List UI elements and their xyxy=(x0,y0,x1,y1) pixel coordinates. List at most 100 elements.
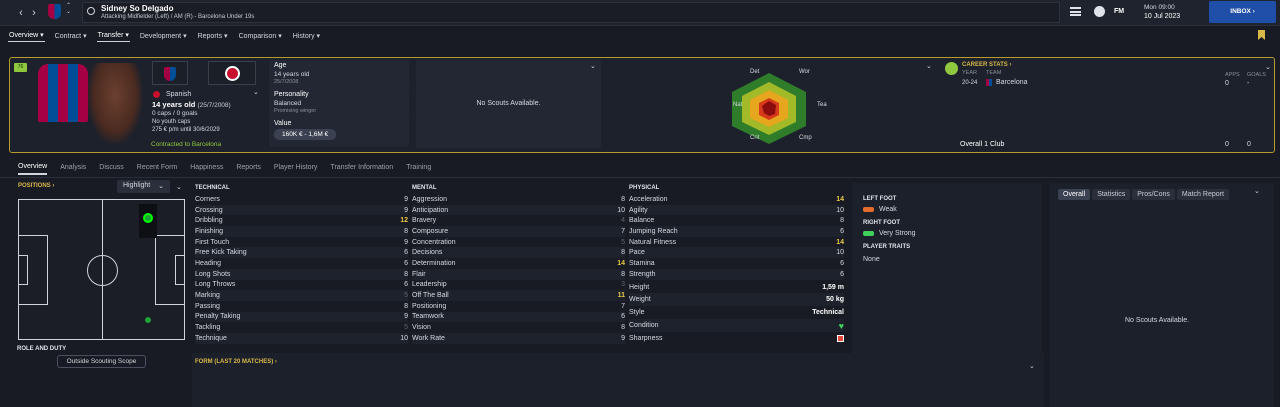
career-team[interactable]: Barcelona xyxy=(986,79,1028,86)
menu-comparison[interactable]: Comparison ▾ xyxy=(238,30,283,42)
attribute-row[interactable]: Corners 9 xyxy=(195,194,408,205)
menu-comparison-label: Comparison xyxy=(238,32,277,40)
nationality: Spanish xyxy=(153,91,191,98)
menu-contract[interactable]: Contract ▾ xyxy=(54,30,88,42)
scout-dropdown-icon[interactable]: ⌄ xyxy=(590,62,596,70)
attribute-row[interactable]: Off The Ball 11 xyxy=(412,290,625,301)
attribute-row[interactable]: Pace 10 xyxy=(629,247,844,259)
attribute-row[interactable]: Decisions 8 xyxy=(412,247,625,259)
menu-icon[interactable] xyxy=(1070,7,1081,16)
club-crest-icon[interactable] xyxy=(48,4,61,19)
attribute-name: First Touch xyxy=(195,238,230,246)
attribute-name: Concentration xyxy=(412,238,456,246)
report-dropdown-icon[interactable]: ⌄ xyxy=(1254,187,1260,195)
attribute-row[interactable]: Work Rate 9 xyxy=(412,332,625,344)
attribute-row[interactable]: Long Throws 6 xyxy=(195,280,408,291)
fm-logo[interactable]: FM xyxy=(1114,8,1124,15)
tab-happiness[interactable]: Happiness xyxy=(190,164,223,174)
federation-logo-box[interactable] xyxy=(208,61,256,85)
chevron-down-icon[interactable]: ⌄ xyxy=(253,88,259,96)
club-logo-box[interactable] xyxy=(152,61,188,85)
attribute-row[interactable]: Flair 8 xyxy=(412,268,625,280)
highlight-label: Highlight xyxy=(123,182,151,189)
center-circle xyxy=(87,255,118,286)
attribute-row[interactable]: Acceleration 14 xyxy=(629,194,844,205)
attribute-row[interactable]: Teamwork 6 xyxy=(412,311,625,323)
position-marker-primary[interactable] xyxy=(143,213,153,223)
inbox-button[interactable]: INBOX › xyxy=(1209,1,1276,23)
form-title[interactable]: FORM (LAST 20 MATCHES) › xyxy=(195,359,277,365)
attribute-row[interactable]: Natural Fitness 14 xyxy=(629,237,844,248)
attribute-row[interactable]: Jumping Reach 6 xyxy=(629,226,844,237)
attribute-row[interactable]: Long Shots 8 xyxy=(195,268,408,280)
scouting-scope-button[interactable]: Outside Scouting Scope xyxy=(57,355,146,368)
tab-reports[interactable]: Reports xyxy=(236,164,261,174)
attribute-row[interactable]: Marking 5 xyxy=(195,290,408,301)
attribute-row[interactable]: Aggression 8 xyxy=(412,194,625,205)
seg-match-report[interactable]: Match Report xyxy=(1176,189,1229,200)
attribute-row[interactable]: Stamina 6 xyxy=(629,258,844,269)
sharpness-row: Sharpness xyxy=(629,332,844,345)
career-title[interactable]: CAREER STATS › xyxy=(962,62,1011,68)
career-dropdown-icon[interactable]: ⌄ xyxy=(1265,63,1271,71)
attribute-row[interactable]: Technique 10 xyxy=(195,332,408,344)
attribute-row[interactable]: Passing 8 xyxy=(195,301,408,312)
traits-value: None xyxy=(863,256,880,263)
menu-overview[interactable]: Overview ▾ xyxy=(8,29,45,42)
back-icon[interactable]: ‹ xyxy=(14,6,28,20)
positions-dropdown-icon[interactable]: ⌄ xyxy=(176,183,182,191)
attribute-row[interactable]: Leadership 3 xyxy=(412,280,625,291)
attribute-name: Aggression xyxy=(412,195,448,203)
attribute-row[interactable]: Anticipation 10 xyxy=(412,204,625,216)
radar-dropdown-icon[interactable]: ⌄ xyxy=(926,62,932,70)
value-pill[interactable]: 160K € - 1,6M € xyxy=(274,129,337,140)
attribute-row[interactable]: Tackling 5 xyxy=(195,322,408,333)
attribute-row[interactable]: Strength 6 xyxy=(629,268,844,280)
attribute-row[interactable]: First Touch 9 xyxy=(195,237,408,248)
tab-analysis[interactable]: Analysis xyxy=(60,164,86,174)
sub-tabs: Overview Analysis Discuss Recent Form Ha… xyxy=(9,163,1275,175)
tab-overview[interactable]: Overview xyxy=(18,163,48,175)
tab-player-history[interactable]: Player History xyxy=(274,164,318,174)
attribute-row[interactable]: Composure 7 xyxy=(412,226,625,237)
role-duty-title: ROLE AND DUTY xyxy=(17,346,67,352)
menu-development[interactable]: Development ▾ xyxy=(139,30,188,42)
attribute-row[interactable]: Finishing 8 xyxy=(195,226,408,237)
attribute-row[interactable]: Balance 8 xyxy=(629,215,844,226)
tab-training[interactable]: Training xyxy=(406,164,431,174)
seg-overall[interactable]: Overall xyxy=(1058,189,1091,200)
attribute-row[interactable]: Free Kick Taking 6 xyxy=(195,247,408,259)
attribute-row[interactable]: Determination 14 xyxy=(412,258,625,269)
tab-transfer-information[interactable]: Transfer Information xyxy=(330,164,393,174)
tab-recent-form[interactable]: Recent Form xyxy=(137,164,177,174)
attribute-row[interactable]: Dribbling 12 xyxy=(195,215,408,226)
form-dropdown-icon[interactable]: ⌄ xyxy=(1029,362,1035,370)
position-marker-secondary[interactable] xyxy=(145,317,151,323)
attribute-row[interactable]: Crossing 9 xyxy=(195,204,408,216)
attribute-row[interactable]: Positioning 7 xyxy=(412,301,625,312)
attribute-name: Acceleration xyxy=(629,195,668,203)
attribute-row[interactable]: Vision 8 xyxy=(412,322,625,333)
career-year: 20-24 xyxy=(962,80,978,86)
highlight-select[interactable]: Highlight ⌄ xyxy=(117,180,170,193)
menu-reports[interactable]: Reports ▾ xyxy=(197,30,229,42)
menu-history[interactable]: History ▾ xyxy=(292,30,321,42)
forward-icon[interactable]: › xyxy=(27,6,41,20)
seg-pros-cons[interactable]: Pros/Cons xyxy=(1132,189,1175,200)
tab-discuss[interactable]: Discuss xyxy=(99,164,124,174)
attribute-name: Long Shots xyxy=(195,270,231,278)
attribute-row[interactable]: Penalty Taking 9 xyxy=(195,311,408,323)
attribute-row[interactable]: Agility 10 xyxy=(629,204,844,216)
menu-transfer[interactable]: Transfer ▾ xyxy=(96,29,130,42)
search-icon[interactable] xyxy=(87,7,95,15)
positions-title[interactable]: POSITIONS › xyxy=(18,183,54,189)
attribute-row[interactable]: Heading 6 xyxy=(195,258,408,269)
career-goals-header: GOALS xyxy=(1247,72,1266,78)
attribute-value: 8 xyxy=(404,227,408,235)
career-overall-goals: 0 xyxy=(1247,141,1251,148)
attribute-row[interactable]: Bravery 4 xyxy=(412,215,625,226)
seg-statistics[interactable]: Statistics xyxy=(1092,189,1131,200)
world-icon[interactable] xyxy=(1094,6,1105,17)
chevron-updown-icon[interactable]: ⌃ ⌄ xyxy=(66,3,71,15)
attribute-row[interactable]: Concentration 5 xyxy=(412,237,625,248)
